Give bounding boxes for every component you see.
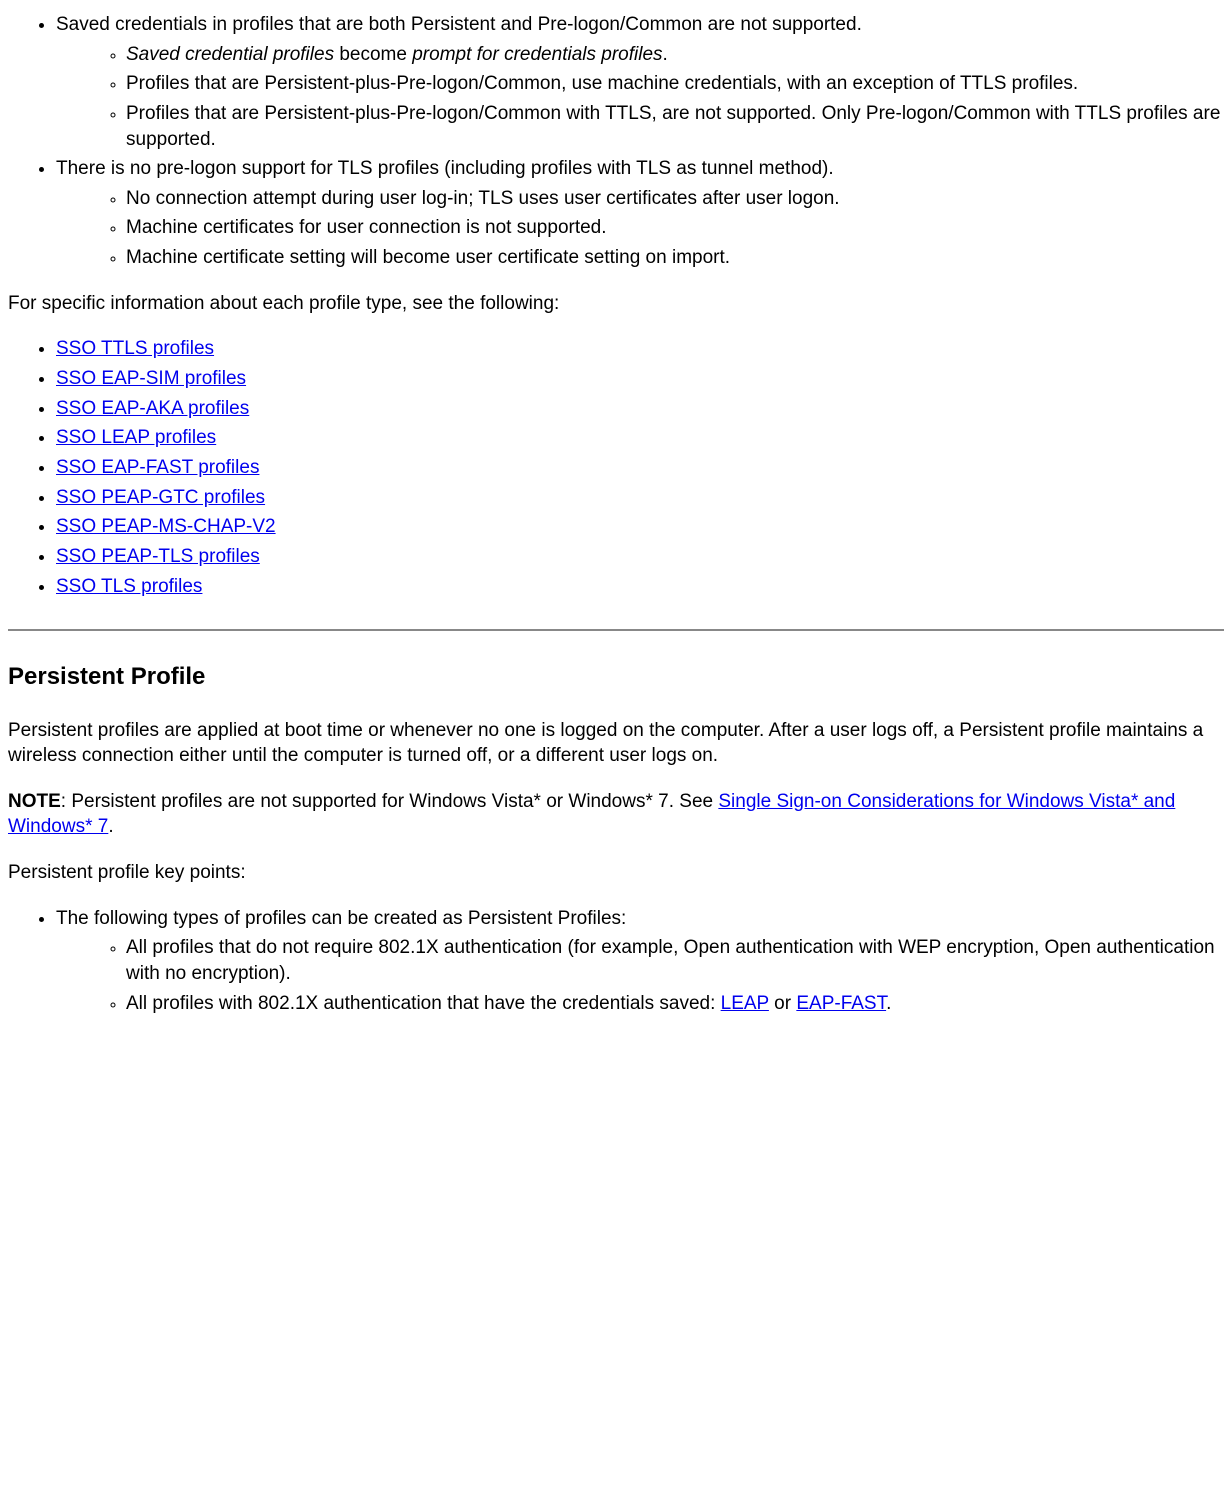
profile-link[interactable]: SSO EAP-SIM profiles [56, 368, 246, 389]
list-item: SSO PEAP-TLS profiles [56, 544, 1224, 570]
note-label: NOTE [8, 791, 61, 812]
profile-link[interactable]: SSO PEAP-GTC profiles [56, 487, 265, 508]
paragraph: Persistent profiles are applied at boot … [8, 718, 1224, 769]
link-list: SSO TTLS profiles SSO EAP-SIM profiles S… [8, 336, 1224, 599]
list-item: SSO TLS profiles [56, 574, 1224, 600]
text: All profiles that do not require 802.1X … [126, 937, 1215, 984]
sub-list-item: All profiles that do not require 802.1X … [126, 935, 1224, 986]
list-item: SSO EAP-SIM profiles [56, 366, 1224, 392]
paragraph: For specific information about each prof… [8, 291, 1224, 317]
leap-link[interactable]: LEAP [721, 993, 769, 1014]
sub-list-item: Profiles that are Persistent-plus-Pre-lo… [126, 71, 1224, 97]
sub-list-item: Machine certificates for user connection… [126, 215, 1224, 241]
text: Machine certificates for user connection… [126, 217, 607, 238]
profile-link[interactable]: SSO LEAP profiles [56, 427, 216, 448]
profile-link[interactable]: SSO EAP-AKA profiles [56, 398, 249, 419]
list-item: SSO EAP-AKA profiles [56, 396, 1224, 422]
sub-list-item: Profiles that are Persistent-plus-Pre-lo… [126, 101, 1224, 152]
text: No connection attempt during user log-in… [126, 188, 840, 209]
list-item: Saved credentials in profiles that are b… [56, 12, 1224, 152]
list-item: The following types of profiles can be c… [56, 906, 1224, 1017]
text: There is no pre-logon support for TLS pr… [56, 158, 834, 179]
text: or [769, 993, 796, 1014]
text: Profiles that are Persistent-plus-Pre-lo… [126, 103, 1220, 150]
text: The following types of profiles can be c… [56, 908, 626, 929]
text: All profiles with 802.1X authentication … [126, 993, 721, 1014]
list-item: SSO LEAP profiles [56, 425, 1224, 451]
list-item: SSO EAP-FAST profiles [56, 455, 1224, 481]
sub-list-item: Saved credential profiles become prompt … [126, 42, 1224, 68]
text: . [886, 993, 891, 1014]
sub-list-item: No connection attempt during user log-in… [126, 186, 1224, 212]
paragraph: Persistent profile key points: [8, 860, 1224, 886]
sub-list-item: Machine certificate setting will become … [126, 245, 1224, 271]
list-item: SSO PEAP-MS-CHAP-V2 [56, 514, 1224, 540]
text: . [663, 44, 668, 65]
italic-text: Saved credential profiles [126, 44, 334, 65]
list-item: SSO PEAP-GTC profiles [56, 485, 1224, 511]
eap-fast-link[interactable]: EAP-FAST [796, 993, 886, 1014]
text: : Persistent profiles are not supported … [61, 791, 719, 812]
text: Saved credentials in profiles that are b… [56, 14, 862, 35]
text: become [334, 44, 412, 65]
text: . [108, 816, 113, 837]
sub-list-item: All profiles with 802.1X authentication … [126, 991, 1224, 1017]
text: Machine certificate setting will become … [126, 247, 730, 268]
list-item: There is no pre-logon support for TLS pr… [56, 156, 1224, 271]
divider [8, 629, 1224, 631]
profile-link[interactable]: SSO TLS profiles [56, 576, 202, 597]
note-paragraph: NOTE: Persistent profiles are not suppor… [8, 789, 1224, 840]
section-heading: Persistent Profile [8, 661, 1224, 693]
profile-link[interactable]: SSO PEAP-MS-CHAP-V2 [56, 516, 276, 537]
italic-text: prompt for credentials profiles [412, 44, 662, 65]
profile-link[interactable]: SSO TTLS profiles [56, 338, 214, 359]
list-item: SSO TTLS profiles [56, 336, 1224, 362]
text: Profiles that are Persistent-plus-Pre-lo… [126, 73, 1078, 94]
profile-link[interactable]: SSO EAP-FAST profiles [56, 457, 259, 478]
profile-link[interactable]: SSO PEAP-TLS profiles [56, 546, 260, 567]
